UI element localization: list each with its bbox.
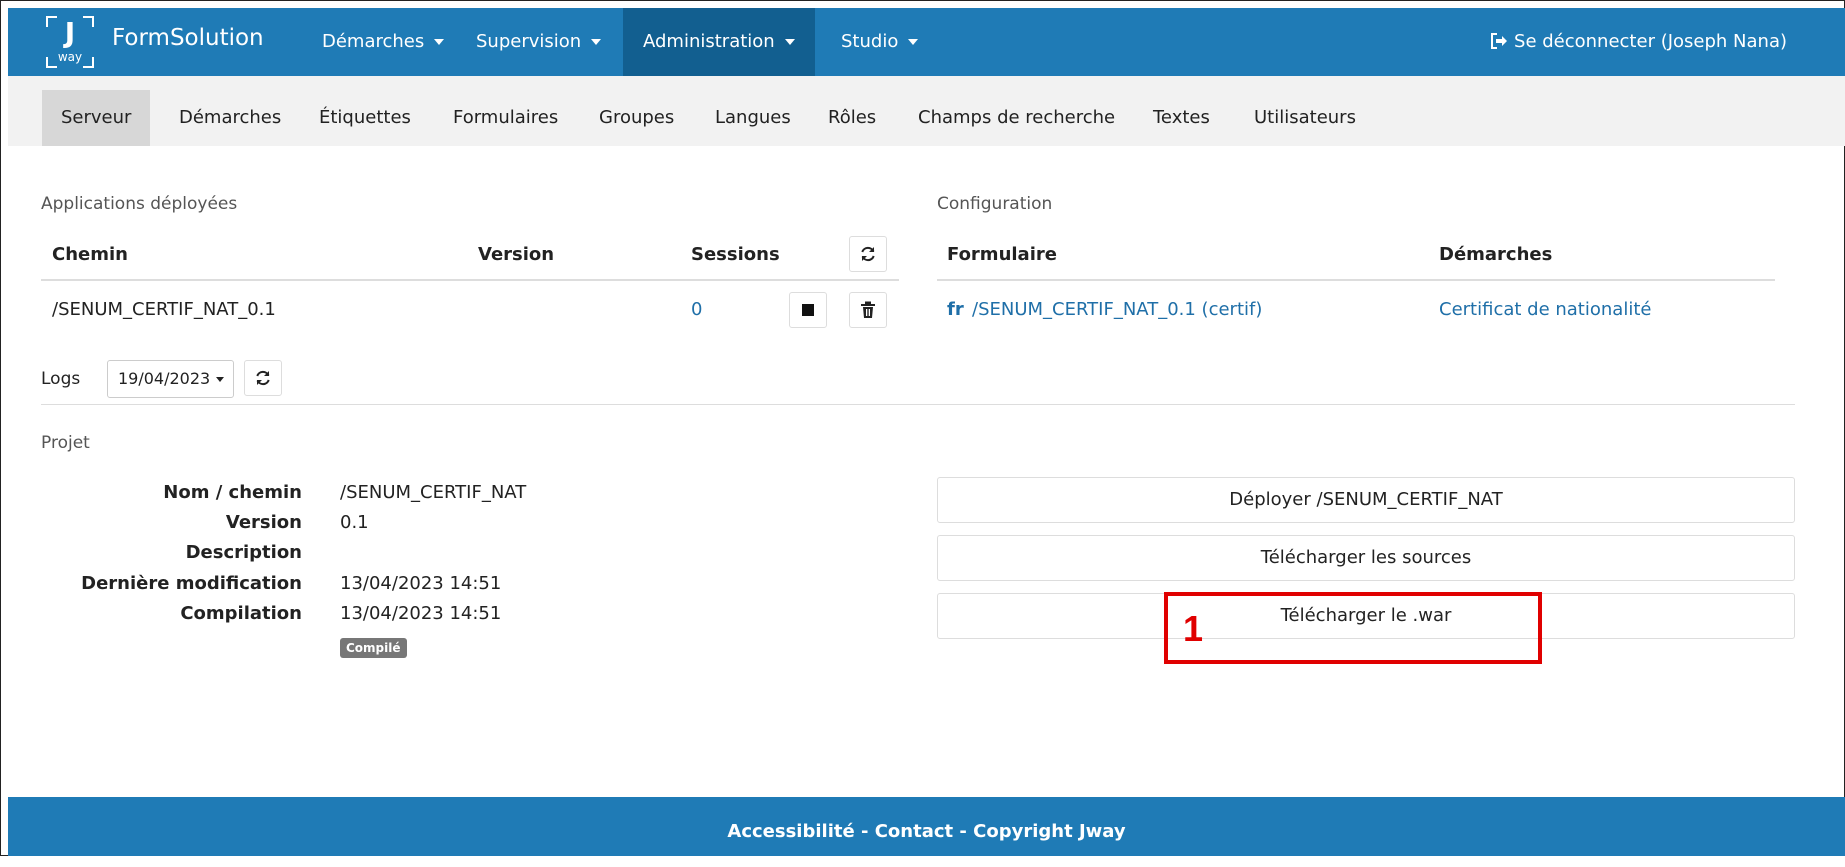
tab-langues[interactable]: Langues: [696, 90, 810, 146]
tab-champs-recherche[interactable]: Champs de recherche: [899, 90, 1134, 146]
menu-studio[interactable]: Studio: [821, 8, 938, 76]
chevron-down-icon: [434, 39, 445, 45]
footer-copyright: Copyright Jway: [973, 821, 1126, 842]
trash-icon: [861, 301, 875, 318]
deploy-button[interactable]: Déployer /SENUM_CERTIF_NAT: [937, 477, 1795, 523]
field-label-version: Version: [225, 512, 302, 533]
tab-serveur[interactable]: Serveur: [42, 90, 151, 146]
field-value-last-modified: 13/04/2023 14:51: [340, 573, 502, 594]
col-header-sessions: Sessions: [691, 244, 780, 265]
footer-accessibility-link[interactable]: Accessibilité: [727, 821, 854, 842]
tab-etiquettes[interactable]: Étiquettes: [300, 90, 430, 146]
field-value-compilation: 13/04/2023 14:51: [340, 603, 502, 624]
menu-demarches[interactable]: Démarches: [302, 8, 464, 76]
annotation-highlight-box: [1164, 592, 1542, 664]
stop-icon: [802, 304, 814, 316]
logout-link[interactable]: Se déconnecter (Joseph Nana): [1490, 8, 1787, 76]
logo-subtext: way: [57, 50, 83, 64]
chevron-down-icon: [591, 39, 602, 45]
field-label-last-modified: Dernière modification: [81, 573, 302, 594]
delete-app-button[interactable]: [849, 292, 887, 328]
logs-date-dropdown[interactable]: 19/04/2023: [107, 360, 234, 398]
compiled-status-badge: Compilé: [340, 638, 407, 658]
chevron-down-icon: [784, 39, 795, 45]
tab-utilisateurs[interactable]: Utilisateurs: [1235, 90, 1375, 146]
form-link[interactable]: /SENUM_CERTIF_NAT_0.1 (certif): [972, 299, 1262, 320]
field-value-version: 0.1: [340, 512, 369, 533]
apps-header-divider: [41, 279, 899, 281]
logs-divider: [41, 404, 1795, 405]
menu-administration[interactable]: Administration: [623, 8, 815, 76]
stop-app-button[interactable]: [789, 292, 827, 328]
form-language-link[interactable]: fr: [947, 299, 964, 320]
col-header-path: Chemin: [52, 244, 128, 265]
page-footer: Accessibilité - Contact - Copyright Jway: [8, 797, 1845, 856]
procedure-link[interactable]: Certificat de nationalité: [1439, 299, 1651, 320]
field-label-name: Nom / chemin: [163, 482, 302, 503]
caret-down-icon: [216, 377, 225, 382]
app-path: /SENUM_CERTIF_NAT_0.1: [52, 299, 276, 320]
top-navbar: J way FormSolution Démarches Supervision…: [8, 8, 1845, 76]
field-value-name: /SENUM_CERTIF_NAT: [340, 482, 527, 503]
refresh-apps-button[interactable]: [849, 236, 887, 272]
sign-out-icon: [1491, 33, 1508, 49]
download-sources-button[interactable]: Télécharger les sources: [937, 535, 1795, 581]
refresh-logs-button[interactable]: [244, 360, 282, 396]
app-sessions-link[interactable]: 0: [691, 299, 702, 320]
tab-formulaires[interactable]: Formulaires: [434, 90, 577, 146]
col-header-version: Version: [478, 244, 555, 265]
footer-separator: -: [854, 821, 875, 842]
tab-demarches[interactable]: Démarches: [160, 90, 300, 146]
admin-subnav: Serveur Démarches Étiquettes Formulaires…: [8, 76, 1845, 146]
project-section-title: Projet: [41, 433, 90, 453]
col-header-form: Formulaire: [947, 244, 1057, 265]
chevron-down-icon: [908, 39, 919, 45]
tab-groupes[interactable]: Groupes: [580, 90, 693, 146]
jway-logo[interactable]: J way: [42, 12, 98, 72]
logo-letter: J: [64, 16, 76, 49]
config-header-divider: [937, 279, 1775, 281]
tab-roles[interactable]: Rôles: [809, 90, 895, 146]
field-label-compilation: Compilation: [180, 603, 302, 624]
refresh-icon: [256, 370, 270, 386]
tab-textes[interactable]: Textes: [1134, 90, 1229, 146]
menu-supervision[interactable]: Supervision: [456, 8, 621, 76]
config-section-title: Configuration: [937, 194, 1053, 214]
refresh-icon: [861, 246, 875, 262]
logs-label: Logs: [41, 369, 81, 389]
field-label-description: Description: [185, 542, 302, 563]
col-header-procedures: Démarches: [1439, 244, 1553, 265]
footer-separator: -: [953, 821, 974, 842]
footer-contact-link[interactable]: Contact: [875, 821, 953, 842]
annotation-step-number: 1: [1183, 608, 1204, 649]
apps-section-title: Applications déployées: [41, 194, 238, 214]
brand-name[interactable]: FormSolution: [112, 25, 264, 51]
